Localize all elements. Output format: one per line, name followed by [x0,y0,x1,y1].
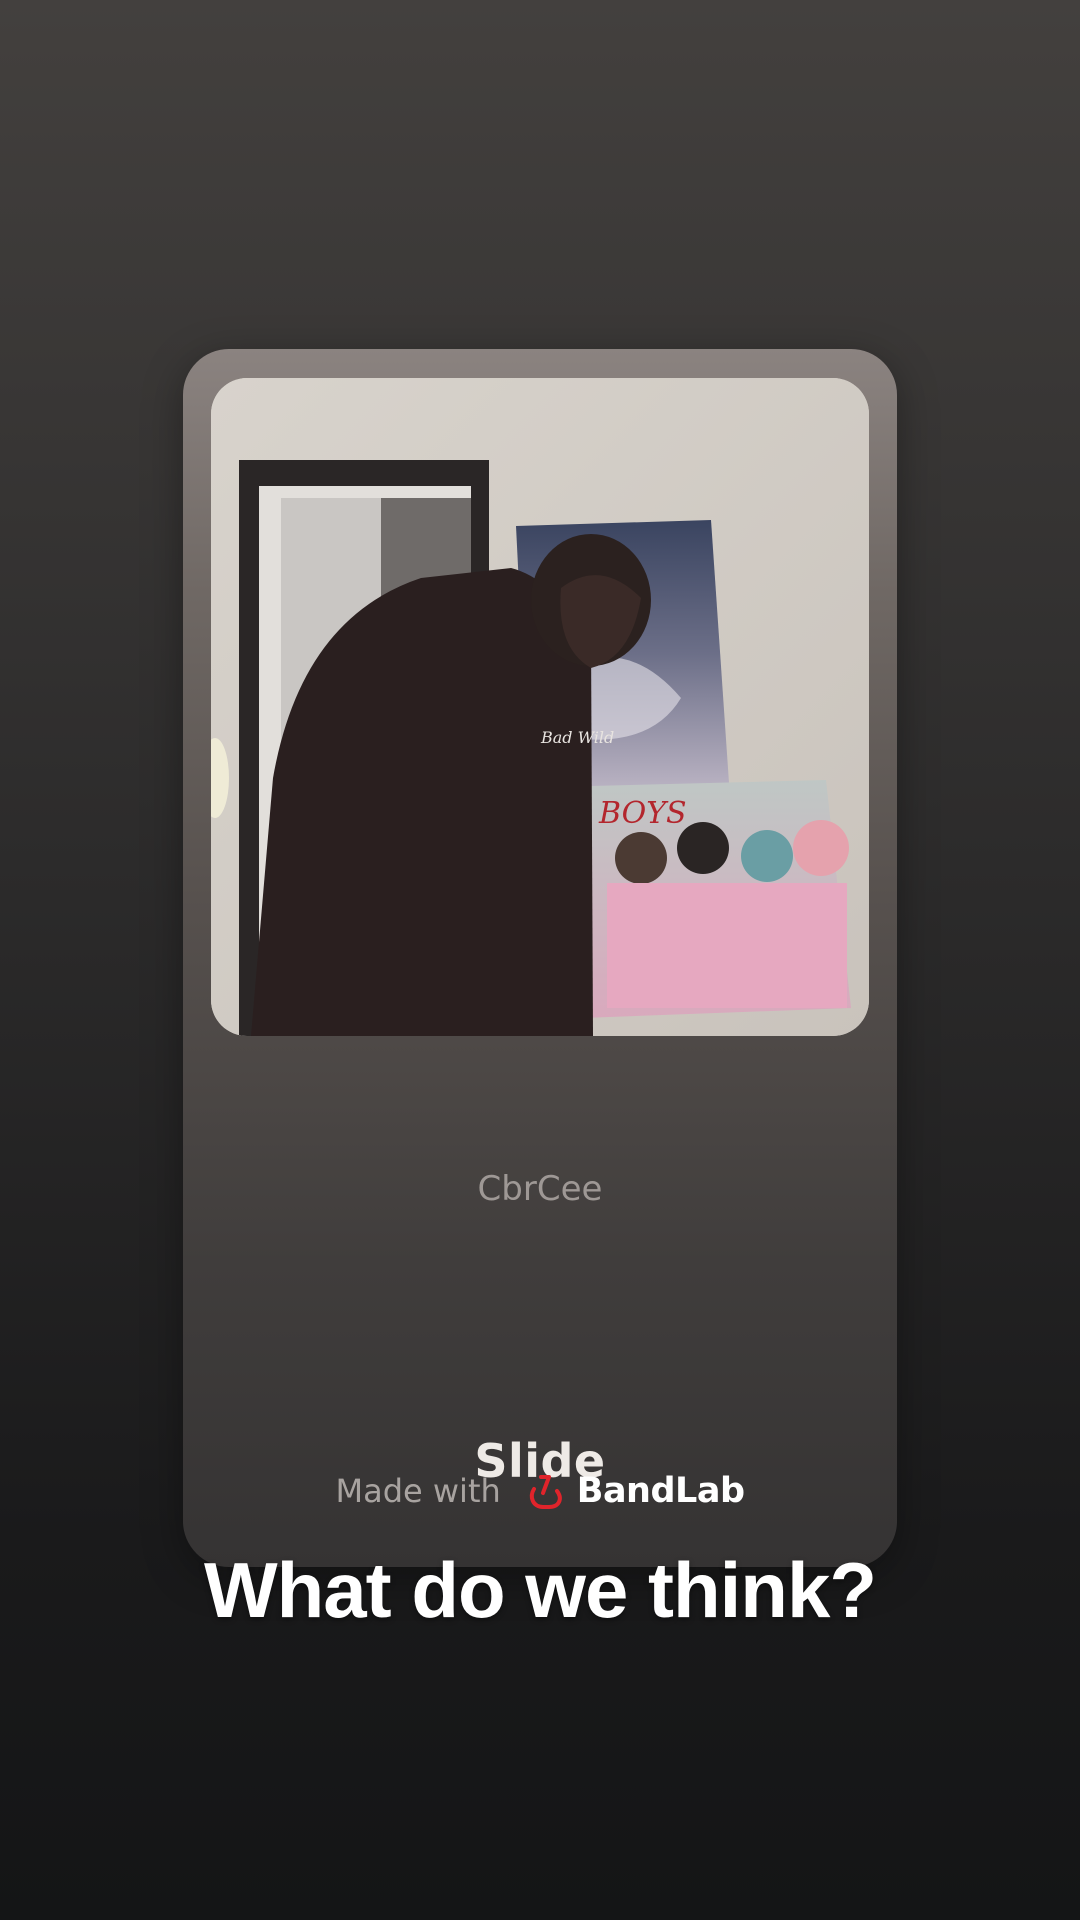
bandlab-brand-name: BandLab [576,1471,745,1511]
svg-text:Bad Wild: Bad Wild [540,728,614,747]
album-cover-photo: BOYS Bad Wild [211,378,869,1036]
artist-name[interactable]: CbrCee [0,1169,1080,1209]
caption-text: What do we think? [204,1546,877,1634]
made-with-label: Made with [335,1472,501,1510]
svg-text:BOYS: BOYS [598,796,687,831]
album-cover: BOYS Bad Wild [211,378,869,1036]
made-with-branding[interactable]: Made with BandLab [0,1464,1080,1518]
bandlab-logo-icon [529,1475,562,1509]
song-card[interactable]: BOYS Bad Wild Slide [183,349,897,1567]
